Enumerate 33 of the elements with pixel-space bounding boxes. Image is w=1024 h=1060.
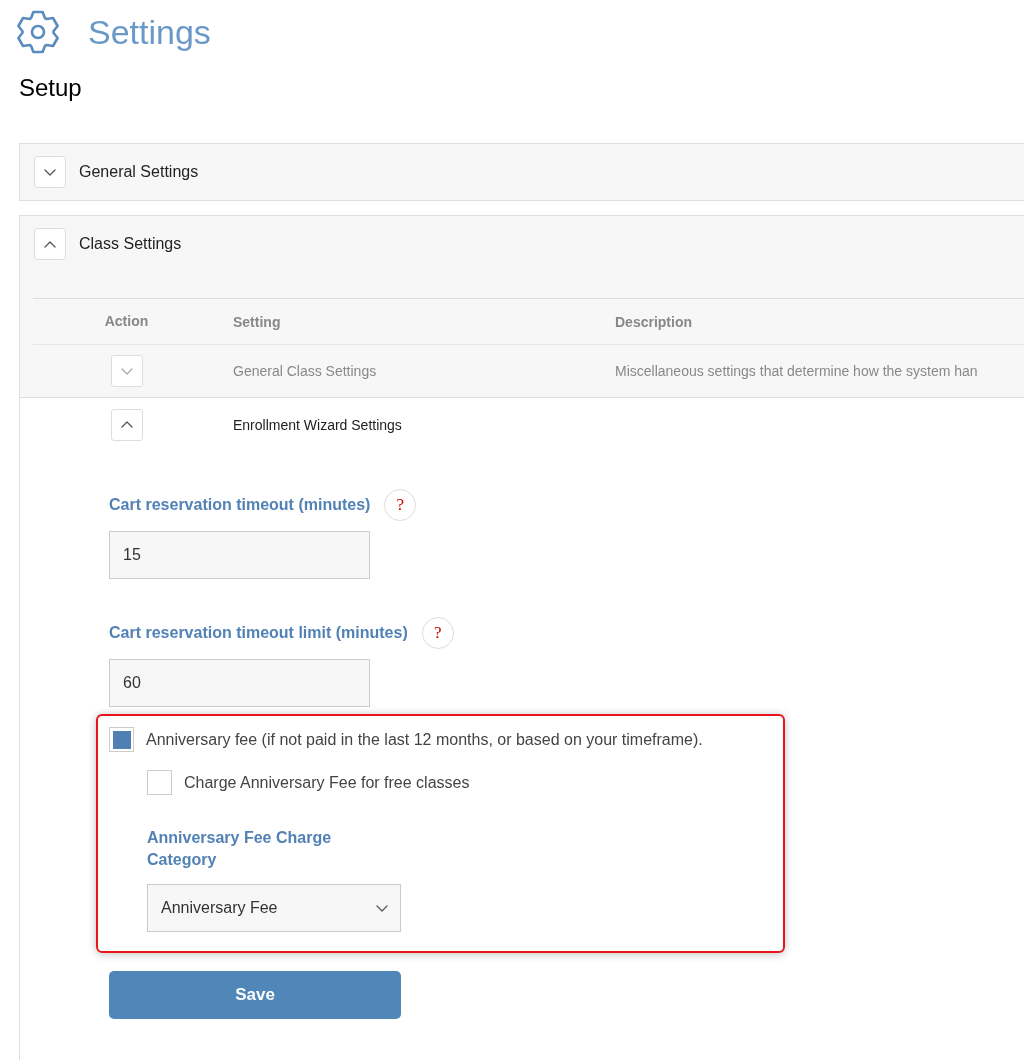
section-title: Class Settings (79, 234, 182, 254)
checked-checkbox[interactable] (109, 727, 134, 752)
field-label: Anniversary Fee Charge Category (147, 828, 333, 870)
page-subtitle: Setup (19, 73, 82, 103)
chevron-down-icon (120, 367, 133, 375)
page-title: Settings (88, 12, 211, 53)
field-label: Cart reservation timeout limit (minutes) (109, 623, 408, 643)
collapse-button[interactable] (34, 228, 66, 260)
setting-description: Miscellaneous settings that determine how the system han (615, 363, 978, 379)
chevron-up-icon (44, 240, 56, 248)
help-button[interactable]: ? (421, 617, 454, 649)
setting-name: General Class Settings (233, 363, 377, 379)
section-title: General Settings (79, 162, 199, 182)
column-header: Setting (233, 313, 281, 330)
dropdown[interactable]: Anniversary Fee (147, 884, 401, 932)
column-header: Action (104, 312, 149, 331)
column-header: Description (615, 313, 692, 330)
setting-name: Enrollment Wizard Settings (233, 416, 402, 433)
input-field[interactable]: 15 (109, 531, 370, 579)
help-button[interactable]: ? (384, 489, 417, 521)
checkbox[interactable] (147, 770, 172, 795)
caret-icon (376, 904, 388, 912)
gear-icon (15, 10, 61, 54)
chevron-up-icon (120, 421, 133, 428)
checkbox-label: Anniversary fee (if not paid in the last 12 months, or based on your timeframe). (146, 729, 703, 750)
save-button[interactable]: Save (109, 971, 401, 1019)
collapse-button[interactable] (110, 408, 143, 441)
expand-button[interactable] (110, 355, 143, 387)
expand-button[interactable] (34, 156, 66, 188)
checkbox-label: Charge Anniversary Fee for free classes (184, 772, 470, 793)
input-field[interactable]: 60 (109, 659, 370, 707)
field-label: Cart reservation timeout (minutes) (109, 495, 371, 515)
chevron-down-icon (44, 168, 56, 176)
